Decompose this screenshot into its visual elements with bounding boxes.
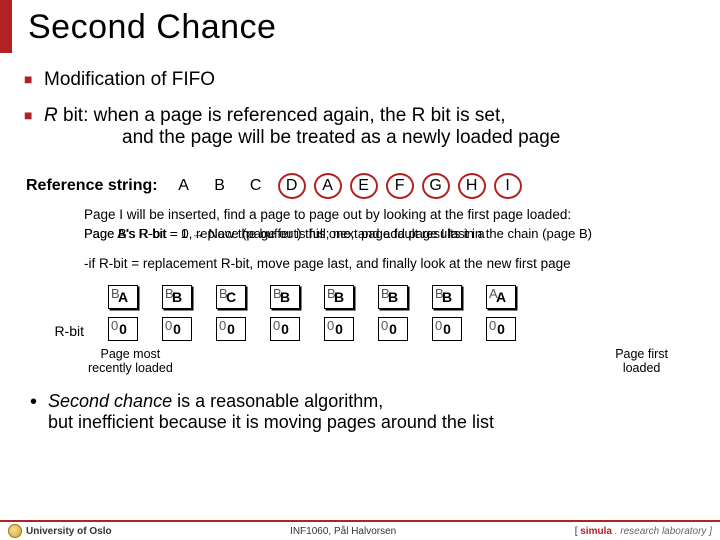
note-overlay: Page B's R-bit = 0, replace (page out) t… [84,226,680,256]
reference-cell: A [314,173,342,199]
reference-cell: I [494,173,522,199]
frame-column: BB 00 [162,285,192,341]
frame-rbit-cell: 00 [108,317,138,341]
simula-brand: simula [580,526,612,537]
frame-rbit-cell: 00 [162,317,192,341]
footer-center: INF1060, Pål Halvorsen [290,526,396,537]
uio-seal-icon [8,524,22,538]
reference-cell: E [350,173,378,199]
frame-rbit-cell: 00 [324,317,354,341]
frame-page-cell: AA [486,285,516,309]
note-line1: Page I will be inserted, find a page to … [84,207,680,224]
bullet-2-line2: and the page will be treated as a newly … [122,127,720,149]
reference-label: Reference string: [26,177,158,195]
r-bit-emph: R [44,105,58,126]
reference-cell: G [422,173,450,199]
reference-cell: A [170,173,198,199]
footer-left: University of Oslo [8,524,112,538]
footer-right: [ simula . research laboratory ] [575,526,712,537]
frame-column: BA 00 [108,285,138,341]
frame-page-cell: BA [108,285,138,309]
frame-rbit-cell: 00 [486,317,516,341]
note-overlay-2: Page A's R-bit = 1 → Now the buffer is f… [84,226,485,242]
frame-rbit-cell: 00 [432,317,462,341]
frame-page-cell: BB [432,285,462,309]
reference-cell: B [206,173,234,199]
frame-page-cell: BB [324,285,354,309]
reference-cell: H [458,173,486,199]
frame-column: BB 00 [432,285,462,341]
frame-column: BB 00 [270,285,300,341]
reference-row: Reference string: ABCDAEFGHI [0,167,720,203]
frame-rbit-cell: 00 [270,317,300,341]
reference-cell: D [278,173,306,199]
frame-column: BB 00 [378,285,408,341]
final-rest1: is a reasonable algorithm, [172,391,383,411]
bullet-2: R bit: when a page is referenced again, … [24,105,720,149]
bullet-1: Modification of FIFO [24,69,720,91]
frame-page-cell: BB [270,285,300,309]
rbit-label: R-bit [40,323,84,341]
frame-row: R-bit BA 00 BB 00 BC 00 BB 00 BB 00 BB 00 BB 00 AA 00 [0,275,720,343]
final-bullet: Second chance is a reasonable algorithm,… [0,375,720,433]
frame-page-cell: BB [378,285,408,309]
frame-captions: Page most recently loaded Page first loa… [0,343,720,375]
uio-text: University of Oslo [26,526,112,537]
frame-rbit-cell: 00 [216,317,246,341]
caption-left: Page most recently loaded [88,347,173,375]
frame-column: AA 00 [486,285,516,341]
reference-cell: F [386,173,414,199]
footer-right-suffix: . research laboratory ] [612,526,712,537]
bullet-list: Modification of FIFO R bit: when a page … [0,53,720,167]
frame-column: BC 00 [216,285,246,341]
bullet-2-text: bit: when a page is referenced again, th… [58,105,506,126]
frame-page-cell: BC [216,285,246,309]
note-block: Page I will be inserted, find a page to … [0,203,720,275]
final-emph: Second chance [48,391,172,411]
footer: University of Oslo INF1060, Pål Halvorse… [0,520,720,540]
caption-right: Page first loaded [615,347,668,375]
frame-column: BB 00 [324,285,354,341]
reference-cell: C [242,173,270,199]
final-line2: but inefficient because it is moving pag… [48,412,494,432]
frame-rbit-cell: 00 [378,317,408,341]
frame-page-cell: BB [162,285,192,309]
page-title: Second Chance [28,8,720,47]
note-line3: -if R-bit = replacement R-bit, move page… [84,256,680,273]
